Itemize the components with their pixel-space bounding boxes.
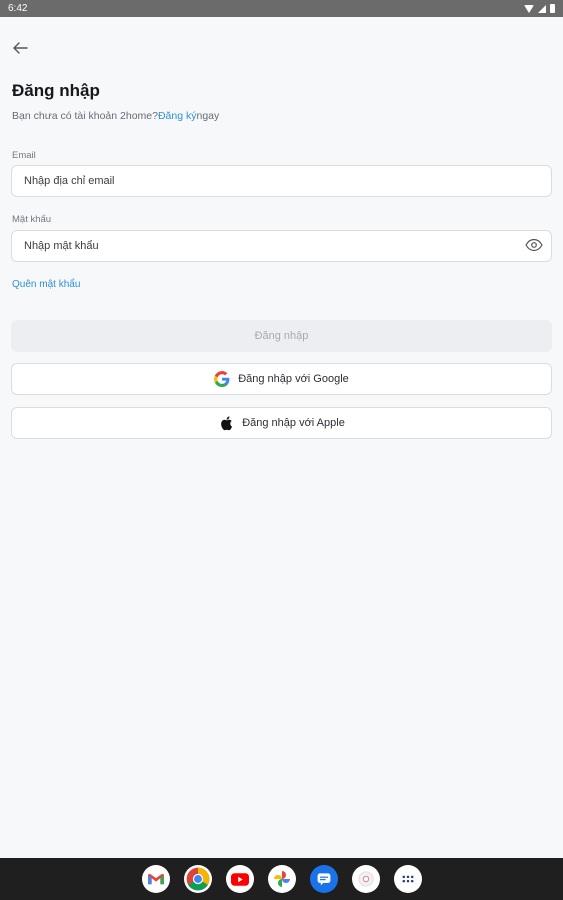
login-button[interactable]: Đăng nhập	[11, 320, 552, 352]
app-dock	[0, 858, 563, 900]
back-button[interactable]	[10, 38, 30, 58]
youtube-icon[interactable]	[225, 865, 254, 893]
chrome-icon[interactable]	[183, 865, 212, 893]
forgot-password-link[interactable]: Quên mật khẩu	[12, 279, 80, 290]
messages-icon[interactable]	[309, 865, 338, 893]
password-field[interactable]	[11, 230, 552, 262]
wifi-icon	[524, 4, 534, 13]
status-bar: 6:42	[0, 0, 563, 17]
google-login-button[interactable]: Đăng nhập với Google	[11, 363, 552, 395]
page-title: Đăng nhập	[12, 81, 100, 100]
gmail-icon[interactable]	[141, 865, 170, 893]
eye-icon[interactable]	[525, 238, 543, 252]
camera-icon[interactable]	[351, 865, 380, 893]
signal-icon	[538, 4, 546, 13]
photos-icon[interactable]	[267, 865, 296, 893]
apple-icon	[218, 415, 234, 431]
email-label: Email	[12, 150, 36, 161]
battery-icon	[550, 4, 555, 13]
arrow-left-icon	[13, 42, 28, 54]
google-button-label: Đăng nhập với Google	[238, 373, 349, 385]
email-field[interactable]	[11, 165, 552, 197]
apple-login-button[interactable]: Đăng nhập với Apple	[11, 407, 552, 439]
app-drawer-icon[interactable]	[393, 865, 422, 893]
google-icon	[214, 371, 230, 387]
signup-prompt-suffix: ngay	[196, 110, 220, 122]
signup-prompt-text: Bạn chưa có tài khoản 2home?	[12, 110, 158, 122]
signup-link[interactable]: Đăng ký	[158, 110, 197, 122]
signup-prompt: Bạn chưa có tài khoản 2home?Đăng kýngay	[12, 110, 219, 122]
login-button-label: Đăng nhập	[254, 330, 309, 342]
apple-button-label: Đăng nhập với Apple	[242, 417, 345, 429]
status-icons	[524, 4, 555, 13]
password-label: Mật khẩu	[12, 214, 52, 225]
status-time: 6:42	[8, 3, 28, 14]
